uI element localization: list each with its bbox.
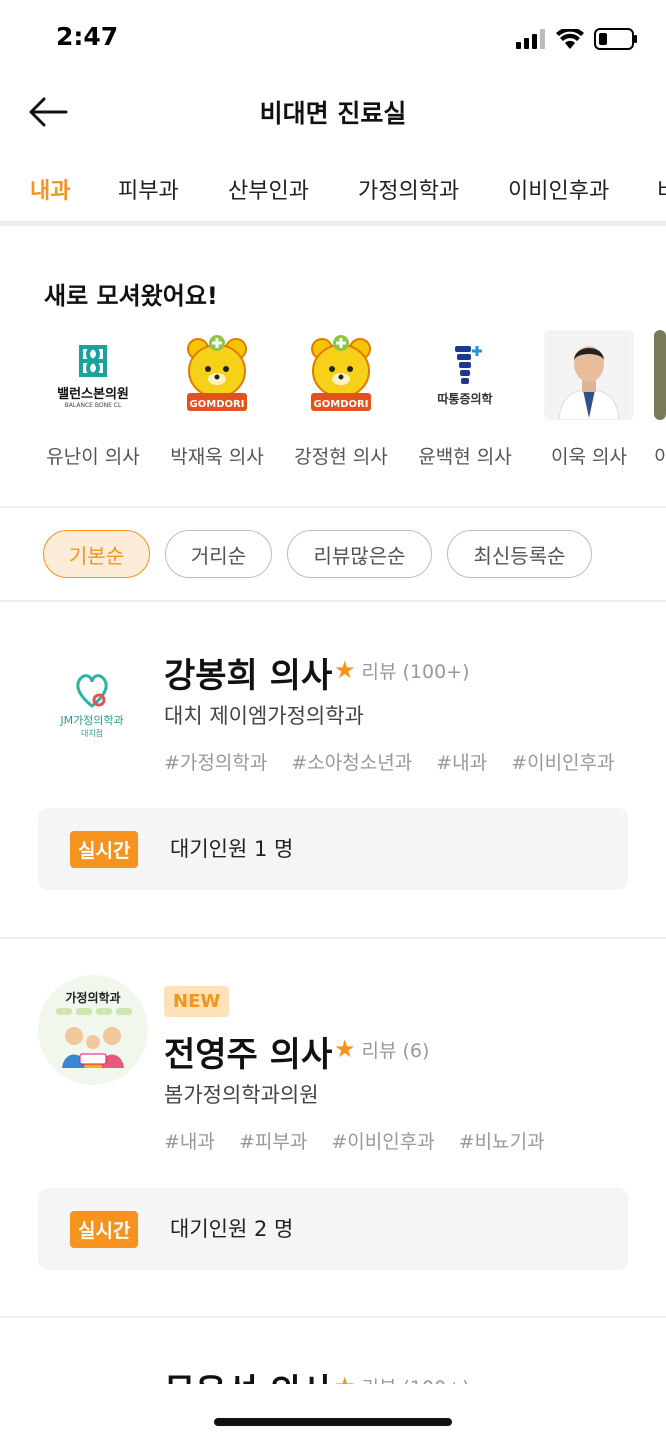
tag: #이비인후과 (511, 752, 615, 774)
doctor-name: 문은선 의사 (164, 1364, 332, 1384)
review-count: 리뷰 (100+) (361, 660, 470, 683)
sort-distance-chip[interactable]: 거리순 (165, 530, 272, 578)
home-indicator[interactable] (214, 1418, 452, 1426)
new-doctor-item[interactable]: GOMDORI 박재욱 의사 (157, 330, 277, 469)
clinic-name: 대치 제이엠가정의학과 (164, 704, 364, 728)
review-summary[interactable]: ★ 리뷰 (6) (334, 1035, 429, 1063)
star-icon: ★ (334, 656, 356, 684)
cellular-signal-icon (516, 29, 545, 49)
doctor-logo: GOMDORI (172, 330, 262, 420)
sort-newest-chip[interactable]: 최신등록순 (447, 530, 592, 578)
page-title: 비대면 진료실 (259, 99, 407, 128)
tab-dermatology[interactable]: 피부과 (118, 173, 179, 205)
wifi-icon (556, 29, 584, 49)
wait-count: 대기인원 1 명 (170, 837, 294, 861)
tab-ent[interactable]: 이비인후과 (508, 173, 609, 205)
new-doctor-item[interactable]: 따통증의학 윤백현 의사 (405, 330, 525, 469)
wait-status-box: 실시간 대기인원 1 명 (38, 808, 628, 890)
review-summary[interactable]: ★ 리뷰 (100+) (334, 656, 470, 684)
new-doctor-item[interactable]: 이욱 의사 (529, 330, 649, 469)
specialty-tags: #내과 #피부과 #이비인후과 #비뇨기과 (164, 1127, 563, 1154)
family-illustration-icon (56, 1007, 132, 1068)
tab-urology-partial[interactable]: 비 (657, 173, 666, 205)
wait-count: 대기인원 2 명 (170, 1217, 294, 1241)
bottom-safe-area (0, 1384, 666, 1440)
doctor-card[interactable]: JM가정의학과 대치점 강봉희 의사 ★ 리뷰 (100+) 대치 제이엠가정의… (0, 602, 666, 938)
department-tabs: 내과 피부과 산부인과 가정의학과 이비인후과 비 (0, 160, 666, 226)
new-doctor-name: 강정현 의사 (294, 446, 388, 468)
status-bar: 2:47 (0, 0, 666, 78)
new-doctor-name: 박재욱 의사 (170, 446, 264, 468)
sort-reviews-chip[interactable]: 리뷰많은순 (287, 530, 432, 578)
status-icons (516, 28, 638, 50)
tag: #이비인후과 (331, 1131, 435, 1153)
battery-icon (594, 28, 637, 50)
clinic-logo: JM가정의학과 대치점 (42, 652, 142, 752)
specialty-tags: #가정의학과 #소아청소년과 #내과 #이비인후과 (164, 748, 633, 775)
doctor-logo: GOMDORI (296, 330, 386, 420)
doctor-portrait-icon (549, 330, 629, 420)
new-doctor-item[interactable]: 밸런스본의원 BALANCE BONE CL 유난이 의사 (33, 330, 153, 469)
clinic-logo-icon (79, 345, 107, 377)
new-doctors-heading: 새로 모셔왔어요! (44, 282, 218, 310)
doctor-photo (544, 330, 634, 420)
star-icon: ★ (334, 1035, 356, 1063)
clinic-name: 봄가정의학과의원 (164, 1083, 319, 1107)
review-count: 리뷰 (6) (361, 1039, 430, 1062)
new-doctor-name: 윤백현 의사 (418, 446, 512, 468)
star-icon: ★ (334, 1372, 356, 1384)
tag: #내과 (436, 752, 488, 774)
top-navigation-bar: 비대면 진료실 (0, 78, 666, 144)
tag: #가정의학과 (164, 752, 268, 774)
doctor-card[interactable]: 문은선 의사 ★ 리뷰 (100+) (0, 1318, 666, 1384)
tag: #피부과 (238, 1131, 308, 1153)
new-doctor-name: 유난이 의사 (46, 446, 140, 468)
active-tab-indicator (16, 221, 88, 226)
tab-internal-medicine[interactable]: 내과 (30, 173, 70, 205)
heart-stethoscope-logo-icon (76, 673, 108, 708)
tag: #소아청소년과 (291, 752, 413, 774)
sort-default-chip[interactable]: 기본순 (43, 530, 150, 578)
new-doctor-item[interactable]: GOMDORI 강정현 의사 (281, 330, 401, 469)
section-divider (0, 506, 666, 508)
live-badge: 실시간 (70, 831, 139, 868)
new-doctor-name: 이 (654, 446, 666, 468)
doctor-logo: 따통증의학 (420, 330, 510, 420)
live-badge: 실시간 (70, 1211, 139, 1248)
tag: #비뇨기과 (458, 1131, 545, 1153)
doctor-logo: 밸런스본의원 BALANCE BONE CL (48, 330, 138, 420)
tab-family-medicine[interactable]: 가정의학과 (358, 173, 459, 205)
clinic-logo: 가정의학과 (38, 975, 148, 1085)
doctor-name: 전영주 의사 (164, 1035, 333, 1075)
status-time: 2:47 (56, 22, 119, 51)
review-count: 리뷰 (100+) (362, 1373, 470, 1385)
doctor-name: 강봉희 의사 (164, 656, 333, 696)
tag: #내과 (164, 1131, 215, 1153)
wait-status-box: 실시간 대기인원 2 명 (38, 1188, 628, 1270)
review-summary[interactable]: ★ 리뷰 (100+) (334, 1372, 470, 1384)
new-doctor-name: 이욱 의사 (551, 446, 627, 468)
new-badge: NEW (164, 986, 230, 1017)
doctor-card[interactable]: 가정의학과 NEW 전영주 의사 ★ 리뷰 (6) 봄가정의학과의원 #내과 #… (0, 939, 666, 1317)
spine-logo-icon (455, 345, 482, 384)
doctor-photo (654, 330, 666, 420)
new-doctor-item-partial[interactable]: 이 (654, 330, 666, 469)
tab-obstetrics[interactable]: 산부인과 (228, 173, 309, 205)
